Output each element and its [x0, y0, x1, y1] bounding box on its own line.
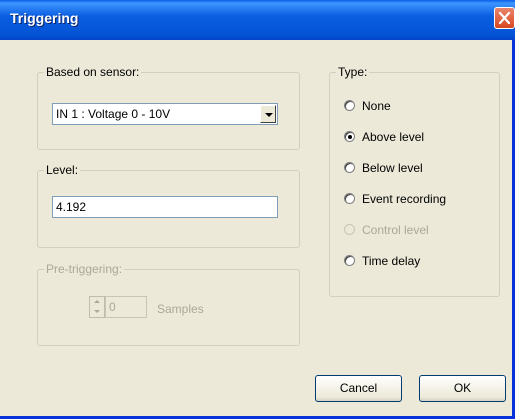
spin-down-icon[interactable] — [90, 307, 104, 317]
radio-label: Above level — [362, 130, 425, 144]
chevron-down-icon[interactable] — [260, 105, 276, 123]
close-icon — [498, 11, 511, 25]
radio-indicator[interactable] — [344, 255, 355, 266]
close-button[interactable] — [494, 7, 515, 29]
sensor-select[interactable]: IN 1 : Voltage 0 - 10V — [52, 103, 278, 125]
radio-indicator[interactable] — [344, 162, 355, 173]
ok-button[interactable]: OK — [419, 375, 506, 402]
type-group-legend: Type: — [336, 65, 370, 79]
radio-label: Time delay — [362, 254, 421, 268]
triggering-dialog: Triggering Based on sensor: IN 1 : Volta… — [0, 0, 515, 419]
cancel-button[interactable]: Cancel — [315, 375, 402, 402]
radio-label: None — [362, 99, 391, 113]
pretrigger-value: 0 — [109, 300, 116, 314]
radio-indicator[interactable] — [344, 100, 355, 111]
sensor-group-legend: Based on sensor: — [44, 65, 142, 79]
radio-label: Event recording — [362, 192, 447, 206]
title-bar[interactable]: Triggering — [0, 0, 515, 40]
pretrigger-unit-label: Samples — [157, 302, 204, 316]
pretrigger-group-legend: Pre-triggering: — [44, 262, 125, 276]
level-group-legend: Level: — [44, 163, 81, 177]
radio-label: Control level — [362, 223, 429, 237]
level-input[interactable] — [52, 196, 278, 218]
sensor-select-value: IN 1 : Voltage 0 - 10V — [56, 107, 171, 121]
radio-indicator — [344, 224, 355, 235]
radio-indicator[interactable] — [344, 131, 355, 142]
pretrigger-spinner[interactable] — [89, 296, 105, 318]
window-title: Triggering — [10, 10, 79, 26]
radio-indicator[interactable] — [344, 193, 355, 204]
radio-label: Below level — [362, 161, 423, 175]
pretrigger-input[interactable]: 0 — [105, 296, 147, 318]
